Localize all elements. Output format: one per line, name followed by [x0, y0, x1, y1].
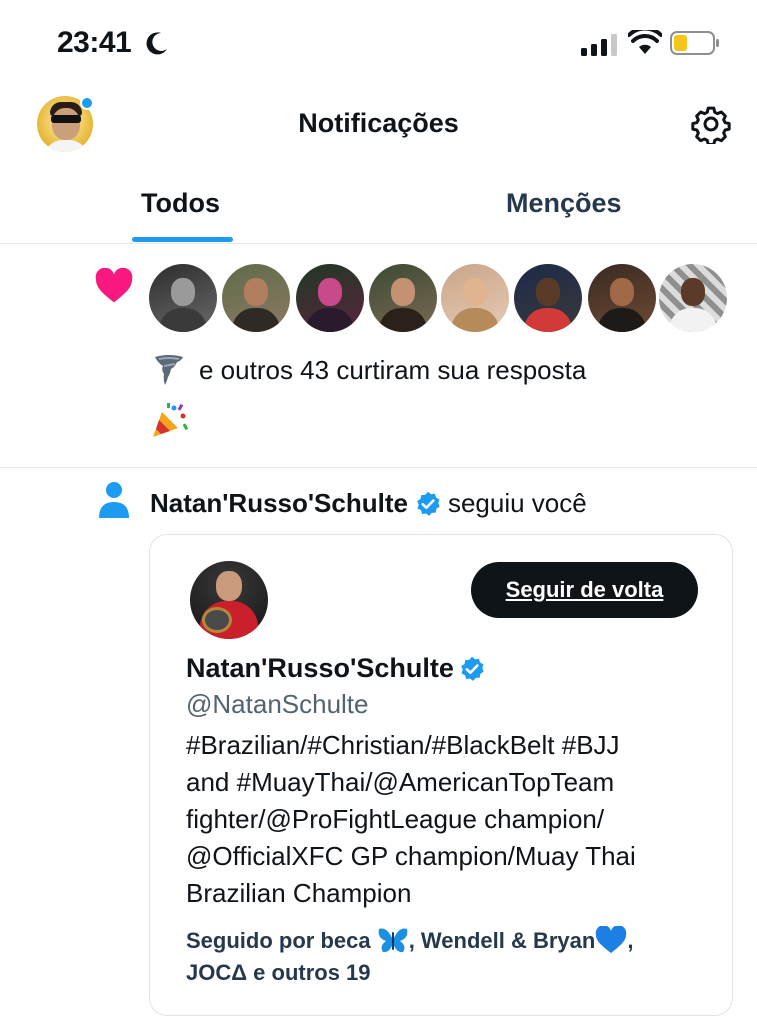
follower-name[interactable]: Natan'Russo'Schulte [150, 488, 408, 519]
liker-avatar[interactable] [149, 264, 217, 332]
status-bar: 23:41 [0, 0, 757, 88]
liker-avatar[interactable] [369, 264, 437, 332]
user-card[interactable]: Seguir de volta Natan'Russo'Schulte @Nat… [149, 534, 733, 1016]
user-card-name[interactable]: Natan'Russo'Schulte [186, 653, 454, 684]
tornado-emoji [155, 355, 183, 385]
followed-by-text: Seguido por beca , Wendell & Bryan , JOC… [186, 925, 716, 989]
active-tab-indicator [132, 237, 233, 242]
followed-by-part4: JOCΔ e outros 19 [186, 960, 371, 985]
battery-icon [670, 31, 719, 55]
wifi-icon [628, 30, 662, 54]
like-text: e outros 43 curtiram sua resposta [199, 354, 587, 385]
user-card-avatar[interactable] [190, 561, 268, 639]
party-popper-emoji [153, 403, 189, 437]
tab-todos[interactable]: Todos [141, 188, 220, 219]
page-title: Notificações [298, 108, 459, 138]
user-card-handle: @NatanSchulte [186, 689, 369, 719]
blue-heart-emoji [596, 926, 627, 953]
like-notification[interactable]: e outros 43 curtiram sua resposta [0, 244, 757, 468]
liker-avatar[interactable] [441, 264, 509, 332]
tab-bar: Todos Menções [0, 170, 757, 244]
butterfly-emoji [378, 928, 408, 953]
follow-notification[interactable]: Natan'Russo'Schulte seguiu você Seguir d… [0, 468, 757, 1024]
followed-by-part2: , Wendell & Bryan [408, 928, 596, 953]
signal-icon [581, 34, 617, 56]
verified-badge-icon [461, 656, 484, 681]
tab-mencoes[interactable]: Menções [506, 188, 622, 219]
liker-avatar[interactable] [659, 264, 727, 332]
header: Notificações [0, 88, 757, 162]
user-card-bio: #Brazilian/#Christian/#BlackBelt #BJJ an… [186, 730, 636, 908]
moon-icon [146, 32, 167, 55]
status-time: 23:41 [57, 26, 132, 59]
verified-badge-icon [417, 491, 440, 516]
settings-gear-icon[interactable] [691, 104, 731, 144]
liker-avatar[interactable] [514, 264, 582, 332]
followed-by-part1: Seguido por beca [186, 928, 377, 953]
liker-avatar[interactable] [588, 264, 656, 332]
followed-by-part3: , [627, 928, 634, 953]
heart-icon [95, 268, 133, 303]
follow-summary: Natan'Russo'Schulte seguiu você [150, 488, 587, 519]
user-card-name-row: Natan'Russo'Schulte [186, 653, 492, 684]
like-summary: e outros 43 curtiram sua resposta [151, 352, 586, 388]
person-icon [99, 482, 129, 518]
follow-action-text: seguiu você [447, 488, 587, 518]
liker-avatar[interactable] [296, 264, 364, 332]
liker-avatar[interactable] [222, 264, 290, 332]
follow-back-button[interactable]: Seguir de volta [471, 562, 698, 618]
